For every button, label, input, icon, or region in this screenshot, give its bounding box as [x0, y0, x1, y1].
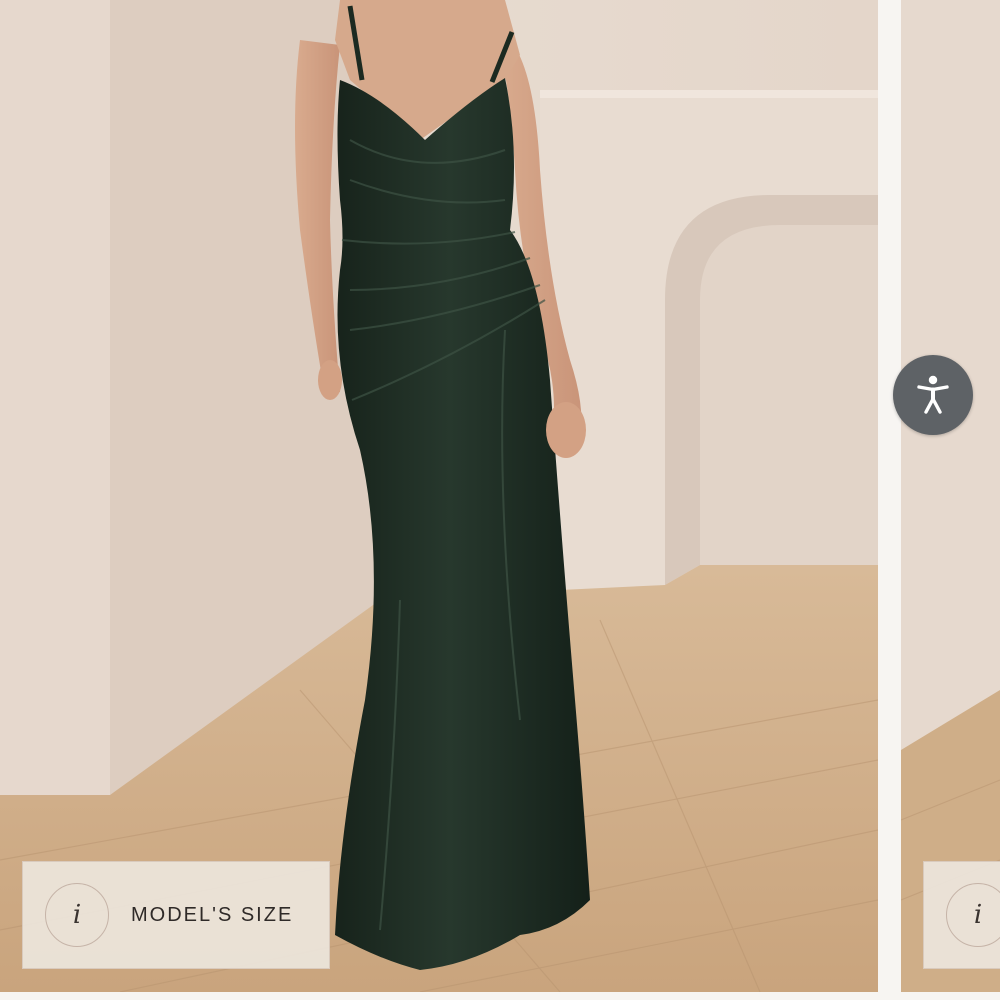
next-model-size-button[interactable]: i [923, 861, 1000, 969]
main-product-slide[interactable]: i MODEL'S SIZE [0, 0, 878, 992]
model-size-button[interactable]: i MODEL'S SIZE [22, 861, 330, 969]
info-icon: i [946, 883, 1000, 947]
info-icon: i [45, 883, 109, 947]
accessibility-button[interactable] [893, 355, 973, 435]
product-photo [0, 0, 878, 992]
next-product-photo [901, 0, 1000, 992]
model-size-label: MODEL'S SIZE [131, 903, 294, 926]
product-image-carousel[interactable]: i MODEL'S SIZE i [0, 0, 1000, 1000]
next-product-slide[interactable]: i [901, 0, 1000, 992]
accessibility-person-icon [917, 375, 949, 414]
